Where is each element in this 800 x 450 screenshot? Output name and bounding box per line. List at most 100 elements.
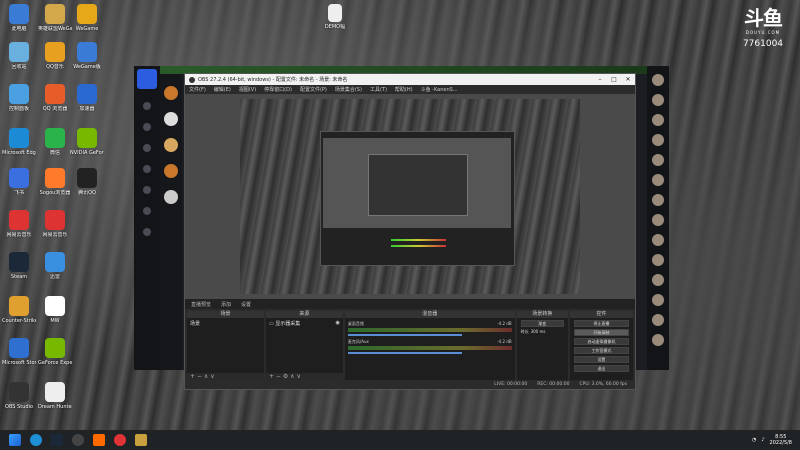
desktop-icon[interactable]: GeForce Experience — [38, 338, 72, 366]
desktop-icon[interactable]: 回收站 — [2, 42, 36, 70]
netease-icon[interactable] — [114, 434, 126, 446]
user-avatar[interactable] — [652, 294, 664, 306]
user-avatar[interactable] — [652, 134, 664, 146]
clock[interactable]: 8:55 2022/5/8 — [770, 434, 792, 446]
user-avatar[interactable] — [652, 114, 664, 126]
sidebar-icon-7[interactable] — [143, 228, 151, 236]
minimize-icon[interactable]: – — [593, 76, 607, 83]
sidebar-icon-3[interactable] — [143, 144, 151, 152]
desktop-icon[interactable]: WeGame — [70, 4, 104, 32]
steam-icon[interactable] — [51, 434, 63, 446]
desktop-icon[interactable]: QQ音乐 — [38, 42, 72, 70]
remove-icon[interactable]: − — [276, 373, 281, 380]
down-icon[interactable]: ∨ — [210, 373, 214, 380]
desktop-icon[interactable]: 控制面板 — [2, 84, 36, 112]
down-icon[interactable]: ∨ — [297, 373, 301, 380]
desktop-icon[interactable]: Microsoft Edge — [2, 128, 36, 156]
stop-streaming-button[interactable]: 停止直播 — [573, 320, 630, 327]
app-taskbar-icon[interactable] — [135, 434, 147, 446]
menu-item[interactable]: 场景集合(S) — [335, 86, 362, 93]
desktop-icon[interactable]: NVIDIA GeForce — [70, 128, 104, 156]
sidebar-icon-2[interactable] — [143, 123, 151, 131]
add-scene-button[interactable]: 添加 — [221, 301, 231, 308]
user-avatar[interactable] — [652, 334, 664, 346]
start-recording-button[interactable]: 开始录制 — [573, 329, 630, 336]
desktop-icon[interactable]: Counter-Strike: Global Offensive — [2, 296, 36, 324]
volume-icon[interactable]: ♪ — [761, 437, 764, 443]
user-avatar[interactable] — [652, 274, 664, 286]
menu-item[interactable]: 配置文件(P) — [300, 86, 327, 93]
menu-item[interactable]: 文件(F) — [189, 86, 206, 93]
menu-item[interactable]: 停靠窗口(D) — [264, 86, 292, 93]
user-avatar[interactable] — [652, 194, 664, 206]
user-avatar[interactable] — [652, 254, 664, 266]
douyu-app-icon[interactable] — [137, 69, 157, 89]
gear-icon[interactable]: ⚙ — [283, 373, 288, 380]
douyu-taskbar-icon[interactable] — [93, 434, 105, 446]
close-icon[interactable]: ✕ — [621, 76, 635, 83]
duration-input[interactable]: 300 ms — [531, 329, 546, 335]
menu-item[interactable]: 编辑(E) — [214, 86, 231, 93]
sidebar-icon-1[interactable] — [143, 102, 151, 110]
sidebar-icon-4[interactable] — [143, 165, 151, 173]
user-avatar[interactable] — [652, 174, 664, 186]
user-avatar[interactable] — [652, 314, 664, 326]
remove-icon[interactable]: − — [197, 373, 202, 380]
desktop-icon[interactable]: 此电脑 — [2, 4, 36, 32]
desktop-icon[interactable]: 腾讯QQ — [70, 168, 104, 196]
desktop-icon[interactable]: Microsoft Store — [2, 338, 36, 366]
user-avatar[interactable] — [652, 234, 664, 246]
studio-mode-button[interactable]: 工作室模式 — [573, 347, 630, 354]
network-icon[interactable]: ◔ — [752, 437, 756, 443]
user-avatar[interactable] — [652, 154, 664, 166]
gift-icon[interactable] — [164, 190, 178, 204]
start-icon[interactable] — [9, 434, 21, 446]
gift-icon[interactable] — [164, 86, 178, 100]
menu-item[interactable]: 斗鱼 -KanenS... — [421, 86, 458, 93]
user-avatar[interactable] — [652, 74, 664, 86]
scene-item[interactable]: 场景 — [187, 318, 264, 329]
desktop-icon[interactable]: WeGame版 — [70, 42, 104, 70]
gift-icon[interactable] — [164, 138, 178, 152]
desktop-icon[interactable]: 网易云音乐 — [2, 210, 36, 238]
menu-item[interactable]: 帮助(H) — [395, 86, 413, 93]
add-icon[interactable]: + — [269, 373, 274, 380]
obs-preview[interactable] — [185, 94, 635, 299]
virtual-camera-button[interactable]: 启动虚拟摄像机 — [573, 338, 630, 345]
desktop-icon[interactable]: 网易云音乐 — [38, 210, 72, 238]
sidebar-icon-5[interactable] — [143, 186, 151, 194]
obs-taskbar-icon[interactable] — [72, 434, 84, 446]
gift-icon[interactable] — [164, 164, 178, 178]
desktop-icon[interactable]: 微信 — [38, 128, 72, 156]
up-icon[interactable]: ∧ — [204, 373, 208, 380]
desktop-icon[interactable]: Steam — [2, 252, 36, 280]
volume-slider[interactable] — [347, 352, 463, 354]
up-icon[interactable]: ∧ — [290, 373, 294, 380]
desktop-icon[interactable]: 加速器 — [70, 84, 104, 112]
desktop-icon[interactable]: Dream Hunter — [38, 382, 72, 410]
source-item[interactable]: ▭ 显示器采集 ◉ — [266, 318, 343, 329]
desktop-icon[interactable]: 飞书 — [2, 168, 36, 196]
sidebar-icon-6[interactable] — [143, 207, 151, 215]
desktop-icon[interactable]: OBS Studio — [2, 382, 36, 410]
exit-button[interactable]: 退出 — [573, 365, 630, 372]
edge-icon[interactable] — [30, 434, 42, 446]
user-avatar[interactable] — [652, 214, 664, 226]
maximize-icon[interactable]: □ — [607, 76, 621, 83]
desktop-icon[interactable]: 迅雷 — [38, 252, 72, 280]
menu-item[interactable]: 工具(T) — [370, 86, 387, 93]
desktop-icon[interactable]: 英雄联盟WeGame — [38, 4, 72, 32]
volume-slider[interactable] — [347, 334, 463, 336]
user-avatar[interactable] — [652, 94, 664, 106]
settings-button[interactable]: 设置 — [573, 356, 630, 363]
transition-select[interactable]: 渐变 — [520, 320, 564, 327]
desktop-icon[interactable]: QQ 浏览器 — [38, 84, 72, 112]
add-icon[interactable]: + — [190, 373, 195, 380]
gift-icon[interactable] — [164, 112, 178, 126]
desktop-icon[interactable]: Sogou浏览器 — [38, 168, 72, 196]
menu-item[interactable]: 视图(V) — [239, 86, 256, 93]
desktop-file[interactable]: DEMO幅 — [318, 4, 352, 30]
desktop-icon[interactable]: MW — [38, 296, 72, 324]
visibility-icon[interactable]: ◉ — [336, 320, 340, 326]
settings-scene-button[interactable]: 设置 — [241, 301, 251, 308]
